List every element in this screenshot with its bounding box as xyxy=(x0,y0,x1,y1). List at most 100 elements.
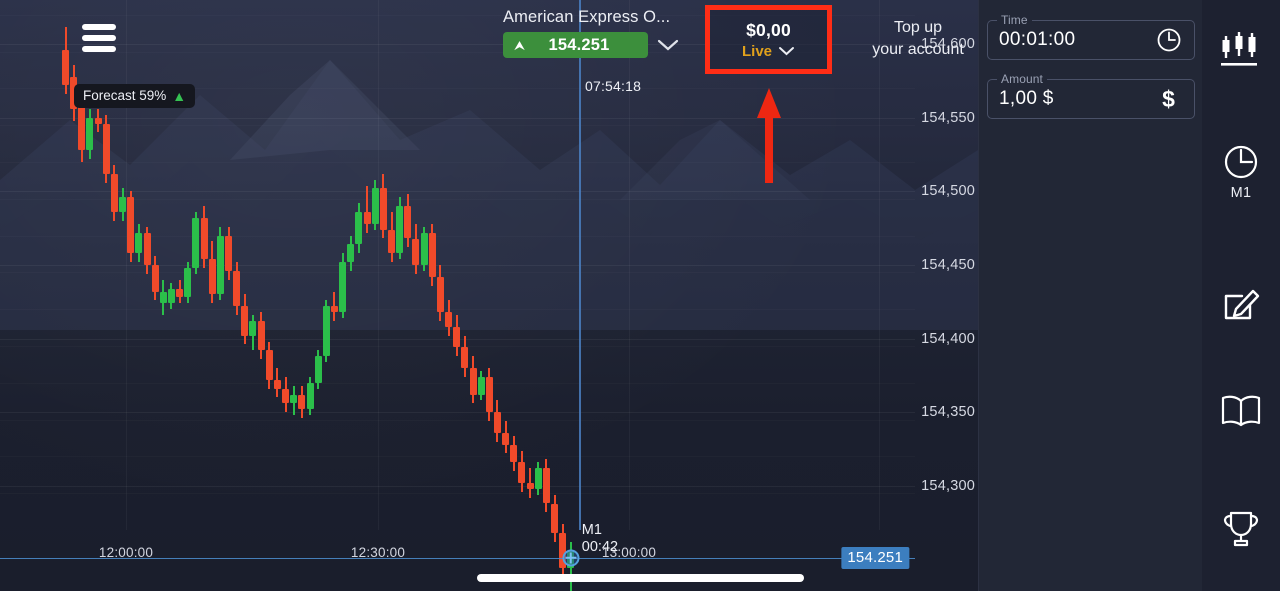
candle-body xyxy=(225,235,232,271)
account-mode-label: Live xyxy=(741,42,772,60)
book-icon[interactable] xyxy=(1202,392,1280,430)
candle-body xyxy=(371,188,379,224)
candle-body xyxy=(184,267,192,298)
candle-body xyxy=(159,291,167,304)
candle-body xyxy=(502,432,510,445)
price-tick-label: 154,500 xyxy=(921,183,975,200)
candle-body xyxy=(436,276,444,313)
candle-body xyxy=(330,306,338,313)
candle-body xyxy=(445,312,453,327)
candle-body xyxy=(192,217,200,268)
candle-body xyxy=(135,232,143,254)
asset-price-pill[interactable]: ⮝ 154.251 xyxy=(503,32,648,58)
candle-body xyxy=(412,238,420,265)
forecast-chip[interactable]: Forecast 59% ▲ xyxy=(74,84,196,108)
crosshair-time-label: 07:54:18 xyxy=(585,78,642,94)
candle-body xyxy=(347,244,355,263)
current-price-badge: 154.251 xyxy=(841,546,909,569)
candle-body xyxy=(200,217,208,260)
current-price-line xyxy=(0,557,915,560)
candle-body xyxy=(62,50,69,86)
account-chevron-down-icon xyxy=(778,43,795,60)
candle-body xyxy=(110,173,118,212)
timeframe-countdown-tag: M1 00:42 xyxy=(582,522,618,556)
candle-body xyxy=(428,232,436,277)
candle-body xyxy=(290,394,298,404)
dollar-icon[interactable]: $ xyxy=(1143,79,1195,119)
timeframe-label: M1 xyxy=(1230,185,1252,201)
candle-body xyxy=(167,288,175,304)
balance-account-selector[interactable]: $0,00 Live xyxy=(705,5,832,74)
candle-body xyxy=(78,103,86,151)
current-price-marker xyxy=(562,549,580,567)
time-value: 00:01:00 xyxy=(999,29,1076,50)
candle-body xyxy=(322,306,330,357)
candle-body xyxy=(493,412,501,433)
candle-body xyxy=(265,350,273,380)
amount-input[interactable]: Amount 1,00 $ xyxy=(987,72,1143,119)
asset-chevron-down-icon[interactable] xyxy=(657,39,679,52)
candle-body xyxy=(86,117,94,151)
candle-body xyxy=(534,468,542,489)
time-field-group[interactable]: Time 00:01:00 xyxy=(987,13,1195,60)
price-tick-label: 154,300 xyxy=(921,477,975,494)
candle-body xyxy=(510,444,518,463)
trading-app-screen: 154,600 154,550 154,500 154,450 154,400 154,3… xyxy=(0,0,1280,591)
time-input[interactable]: Time 00:01:00 xyxy=(987,13,1143,60)
amount-field-group[interactable]: Amount 1,00 $ $ xyxy=(987,72,1195,119)
trophy-icon[interactable] xyxy=(1202,508,1280,552)
forecast-label: Forecast 59% xyxy=(83,88,167,103)
price-tick-label: 154,550 xyxy=(921,109,975,126)
asset-price-label: 154.251 xyxy=(548,35,610,54)
candle-body xyxy=(396,206,404,254)
chart-area[interactable]: 154,600 154,550 154,500 154,450 154,400 154,3… xyxy=(0,0,978,591)
hamburger-menu-icon[interactable] xyxy=(82,24,116,52)
top-up-line-2: your account xyxy=(872,41,964,58)
candle-body xyxy=(379,188,387,230)
edit-pencil-icon[interactable] xyxy=(1202,282,1280,324)
asset-selector[interactable]: American Express O... ⮝ 154.251 xyxy=(503,8,683,58)
candle-body xyxy=(151,265,159,292)
chart-type-icon[interactable] xyxy=(1202,30,1280,70)
forecast-up-arrow-icon: ▲ xyxy=(172,87,187,104)
top-up-account-button[interactable]: Top up your account xyxy=(852,17,978,61)
price-tick-label: 154,350 xyxy=(921,404,975,421)
candle-body xyxy=(273,379,281,389)
candle-body xyxy=(233,270,241,307)
candle-body xyxy=(314,356,322,383)
candle-body xyxy=(355,212,363,245)
candle-body xyxy=(94,117,102,124)
crosshair-vertical-line xyxy=(579,0,581,530)
candle-body xyxy=(102,123,110,174)
home-indicator xyxy=(477,574,804,582)
annotation-arrow-icon xyxy=(757,88,781,183)
balance-amount-label: $0,00 xyxy=(746,19,791,40)
timeframe-clock-icon[interactable]: M1 xyxy=(1202,142,1280,201)
candle-body xyxy=(477,376,485,395)
amount-value: 1,00 $ xyxy=(999,88,1054,109)
account-mode-row[interactable]: Live xyxy=(742,43,795,60)
candlestick-series xyxy=(0,0,915,591)
candle-body xyxy=(298,394,306,410)
candle-countdown-label: 00:42 xyxy=(581,538,619,555)
candle-body xyxy=(420,232,428,265)
candle-body xyxy=(485,376,493,413)
candle-body xyxy=(127,197,135,254)
price-tick-label: 154,400 xyxy=(921,330,975,347)
candle-body xyxy=(461,347,469,369)
clock-icon[interactable] xyxy=(1143,20,1195,60)
candle-body xyxy=(404,206,412,239)
tool-rail: M1 xyxy=(1202,0,1280,591)
candle-body xyxy=(469,368,477,395)
trade-panel: Time 00:01:00 Amount 1,00 $ $ Payout: xyxy=(978,0,1202,591)
amount-field-legend: Amount xyxy=(997,72,1047,86)
top-up-line-1: Top up xyxy=(893,19,943,36)
candle-body xyxy=(241,306,249,336)
candle-body xyxy=(249,320,257,336)
candle-body xyxy=(143,232,151,265)
candle-wick xyxy=(366,185,369,233)
price-tick-label: 154,450 xyxy=(921,257,975,273)
candle-body xyxy=(119,197,127,212)
candle-body xyxy=(551,503,558,533)
candle-body xyxy=(216,235,224,295)
